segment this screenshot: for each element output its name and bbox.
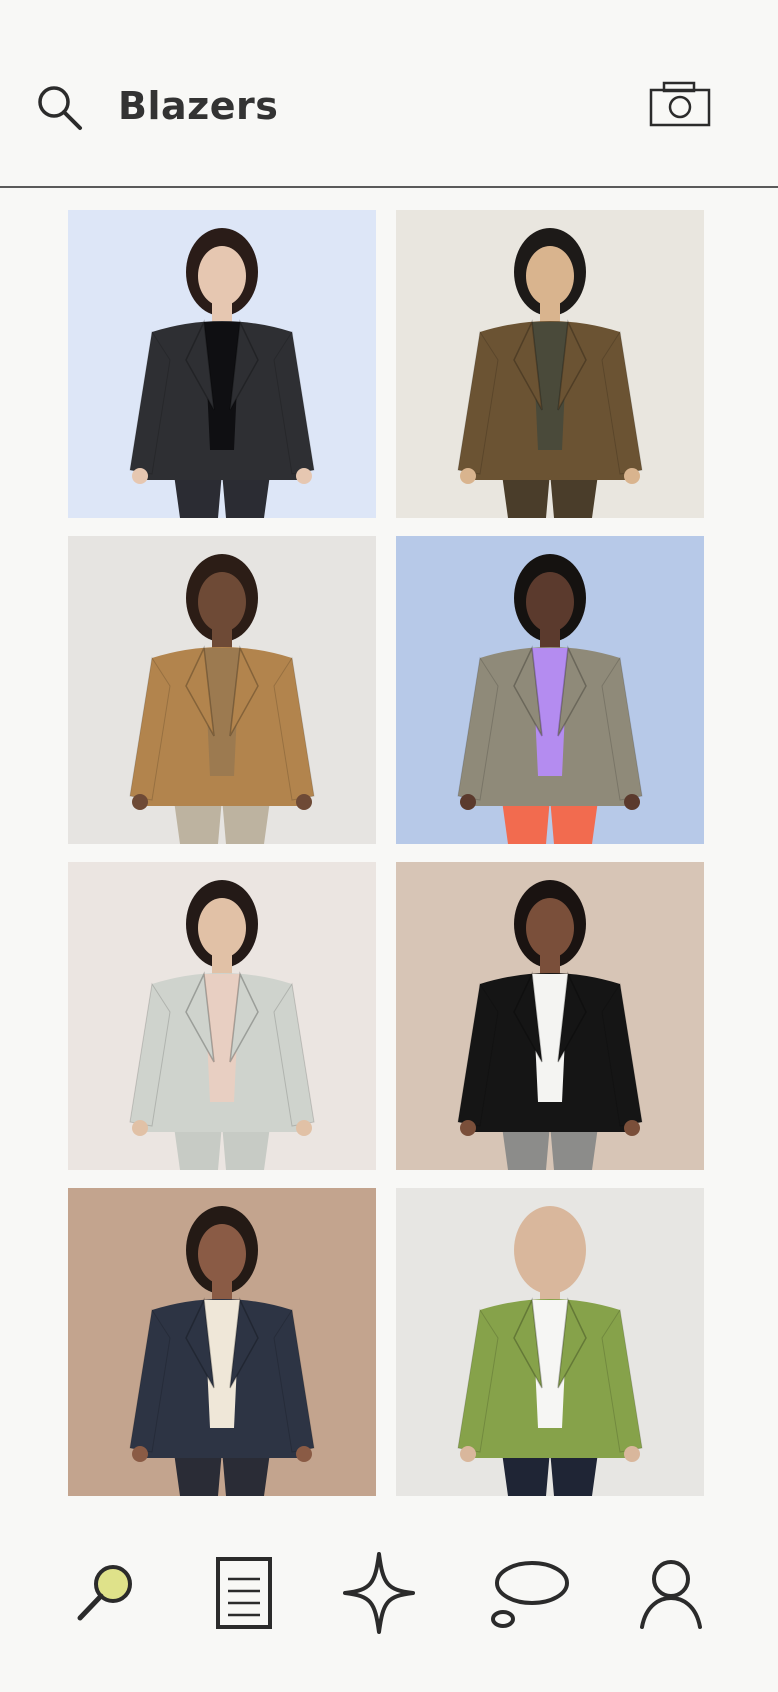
product-image [68, 536, 376, 844]
profile-icon [640, 1560, 702, 1629]
search-query-title[interactable]: Blazers [118, 84, 278, 128]
product-tile[interactable] [396, 210, 704, 518]
product-image [68, 862, 376, 1170]
header-divider [0, 186, 778, 188]
search-tab[interactable] [60, 1548, 150, 1638]
search-icon [77, 1565, 132, 1621]
chat-bubble-icon [491, 1561, 569, 1628]
results-grid [68, 210, 704, 1496]
product-image [396, 862, 704, 1170]
product-image [68, 1188, 376, 1496]
product-tile[interactable] [396, 536, 704, 844]
product-image [396, 210, 704, 518]
product-tile[interactable] [68, 1188, 376, 1496]
document-icon [216, 1557, 272, 1629]
profile-tab[interactable] [626, 1548, 716, 1638]
list-tab[interactable] [198, 1548, 288, 1638]
discover-tab[interactable] [334, 1548, 424, 1638]
bottom-navigation [0, 1540, 778, 1650]
search-icon[interactable] [34, 82, 84, 132]
product-tile[interactable] [68, 210, 376, 518]
top-bar: Blazers [0, 0, 778, 188]
product-tile[interactable] [68, 862, 376, 1170]
camera-icon[interactable] [648, 80, 712, 128]
product-tile[interactable] [396, 862, 704, 1170]
sparkle-icon [343, 1552, 415, 1634]
product-image [396, 536, 704, 844]
product-image [68, 210, 376, 518]
chat-tab[interactable] [484, 1548, 574, 1638]
product-image [396, 1188, 704, 1496]
product-tile[interactable] [396, 1188, 704, 1496]
product-tile[interactable] [68, 536, 376, 844]
